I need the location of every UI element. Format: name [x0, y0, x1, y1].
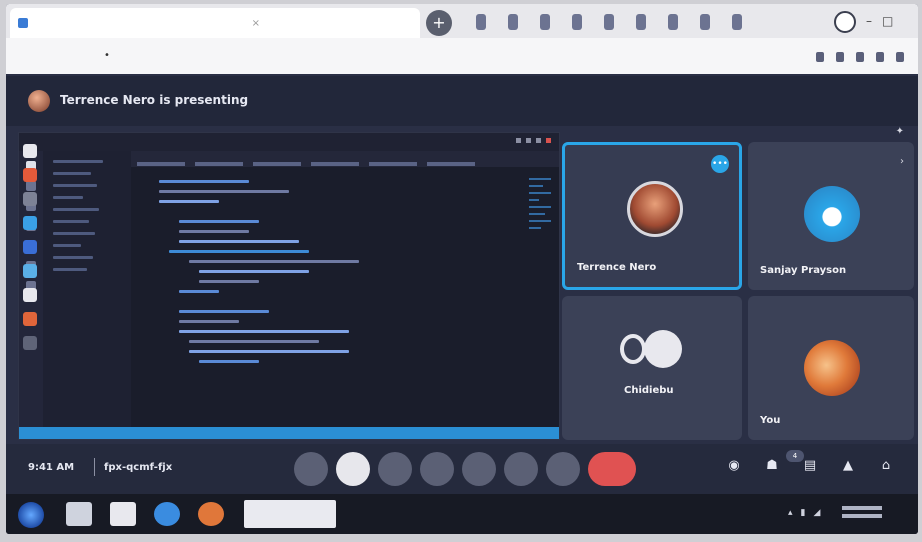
- participant-name: You: [760, 415, 781, 426]
- presenter-dock: [20, 144, 40, 360]
- dock-icon: [23, 216, 37, 230]
- minimize-icon[interactable]: –: [866, 14, 872, 28]
- info-icon[interactable]: ◉: [726, 458, 742, 474]
- taskbar-window[interactable]: [244, 500, 336, 528]
- browser-tab-bar: × + – □: [6, 4, 918, 38]
- tray-arrow-icon[interactable]: ▴: [788, 508, 793, 518]
- end-call-button[interactable]: [588, 452, 636, 486]
- tray-clock: [842, 502, 882, 518]
- taskbar-icons: [66, 502, 224, 526]
- camera-button[interactable]: [336, 452, 370, 486]
- reactions-button[interactable]: [504, 452, 538, 486]
- tab-icon[interactable]: [508, 14, 518, 30]
- ide-title-bar: [19, 133, 559, 151]
- tab-icon[interactable]: [732, 14, 742, 30]
- present-button[interactable]: [462, 452, 496, 486]
- extension-icons: [816, 52, 904, 62]
- shared-screen: [18, 132, 560, 440]
- taskbar-icon[interactable]: [66, 502, 92, 526]
- participant-name: Chidiebu: [624, 385, 674, 396]
- tab-strip: [476, 14, 742, 30]
- presenting-label: Terrence Nero is presenting: [60, 93, 249, 107]
- meeting-clock: 9:41 AM: [28, 462, 75, 473]
- mic-button[interactable]: [294, 452, 328, 486]
- dock-icon: [23, 144, 37, 158]
- more-options-icon[interactable]: •••: [711, 155, 729, 173]
- dock-icon: [23, 240, 37, 254]
- tab-icon[interactable]: [636, 14, 646, 30]
- window-controls: – □: [866, 14, 893, 28]
- participant-tile[interactable]: Sanjay Prayson: [748, 142, 914, 290]
- raise-hand-button[interactable]: [420, 452, 454, 486]
- profile-avatar[interactable]: [834, 11, 856, 33]
- dock-icon: [23, 336, 37, 350]
- participant-avatar: [627, 181, 683, 237]
- network-icon[interactable]: ▮: [801, 508, 806, 518]
- tab-icon[interactable]: [540, 14, 550, 30]
- meeting-header: Terrence Nero is presenting: [6, 76, 918, 126]
- participant-name: Terrence Nero: [577, 262, 657, 273]
- dock-icon: [23, 288, 37, 302]
- extension-icon[interactable]: [856, 52, 864, 62]
- side-panel-controls: ◉ ☗ ▤ ▲ ⌂: [726, 458, 894, 474]
- participant-tile[interactable]: You: [748, 296, 914, 440]
- maximize-icon[interactable]: □: [882, 14, 893, 28]
- chat-icon[interactable]: ▤: [802, 458, 818, 474]
- browser-icon[interactable]: [154, 502, 180, 526]
- screen: × + – □ • Terrence Nero is presenting ••…: [6, 4, 918, 534]
- presenter-avatar: [28, 90, 50, 112]
- ide-code: [159, 173, 519, 423]
- taskbar-icon[interactable]: [110, 502, 136, 526]
- extension-icon[interactable]: [876, 52, 884, 62]
- participant-tile[interactable]: Chidiebu: [562, 296, 742, 440]
- tab-icon[interactable]: [604, 14, 614, 30]
- extension-icon[interactable]: [816, 52, 824, 62]
- lock-icon[interactable]: ⌂: [878, 458, 894, 474]
- tab-icon[interactable]: [668, 14, 678, 30]
- participant-name: Sanjay Prayson: [760, 265, 847, 276]
- pin-icon[interactable]: ✦: [896, 126, 904, 137]
- participant-avatar: [804, 186, 860, 242]
- ide-editor-tabs: [131, 151, 559, 167]
- os-taskbar: ▴ ▮ ◢: [6, 494, 918, 534]
- dock-icon: [23, 312, 37, 326]
- tab-icon[interactable]: [476, 14, 486, 30]
- participant-tile[interactable]: ••• Terrence Nero: [562, 142, 742, 290]
- captions-button[interactable]: [378, 452, 412, 486]
- ide-explorer: [43, 151, 131, 427]
- dock-icon: [23, 264, 37, 278]
- ide-status-bar: [19, 427, 559, 439]
- start-button[interactable]: [18, 502, 44, 528]
- activities-icon[interactable]: ▲: [840, 458, 856, 474]
- system-tray: ▴ ▮ ◢: [788, 508, 820, 518]
- new-tab-button[interactable]: +: [426, 10, 452, 36]
- separator: [94, 458, 95, 476]
- dock-icon: [23, 168, 37, 182]
- dock-icon: [23, 192, 37, 206]
- participant-avatar: [804, 340, 860, 396]
- firefox-icon[interactable]: [198, 502, 224, 526]
- people-icon[interactable]: ☗: [764, 458, 780, 474]
- call-controls: [294, 452, 636, 486]
- call-controls-bar: 9:41 AM fpx-qcmf-fjx 4 ◉ ☗ ▤ ▲ ⌂: [6, 444, 918, 494]
- ide-minimap: [529, 173, 551, 293]
- ide-window-controls: [516, 138, 551, 143]
- more-options-button[interactable]: [546, 452, 580, 486]
- volume-icon[interactable]: ◢: [813, 508, 820, 518]
- menu-icon[interactable]: [896, 52, 904, 62]
- meeting-code: fpx-qcmf-fjx: [104, 462, 173, 473]
- tab-favicon-icon: [18, 18, 28, 28]
- tab-close-icon[interactable]: ×: [252, 18, 260, 29]
- expand-icon[interactable]: ›: [900, 156, 904, 167]
- address-cursor: •: [104, 50, 110, 61]
- browser-tab[interactable]: ×: [10, 8, 420, 38]
- tab-icon[interactable]: [700, 14, 710, 30]
- participant-logo-icon: [620, 330, 684, 370]
- extension-icon[interactable]: [836, 52, 844, 62]
- address-bar[interactable]: •: [6, 38, 918, 74]
- tab-icon[interactable]: [572, 14, 582, 30]
